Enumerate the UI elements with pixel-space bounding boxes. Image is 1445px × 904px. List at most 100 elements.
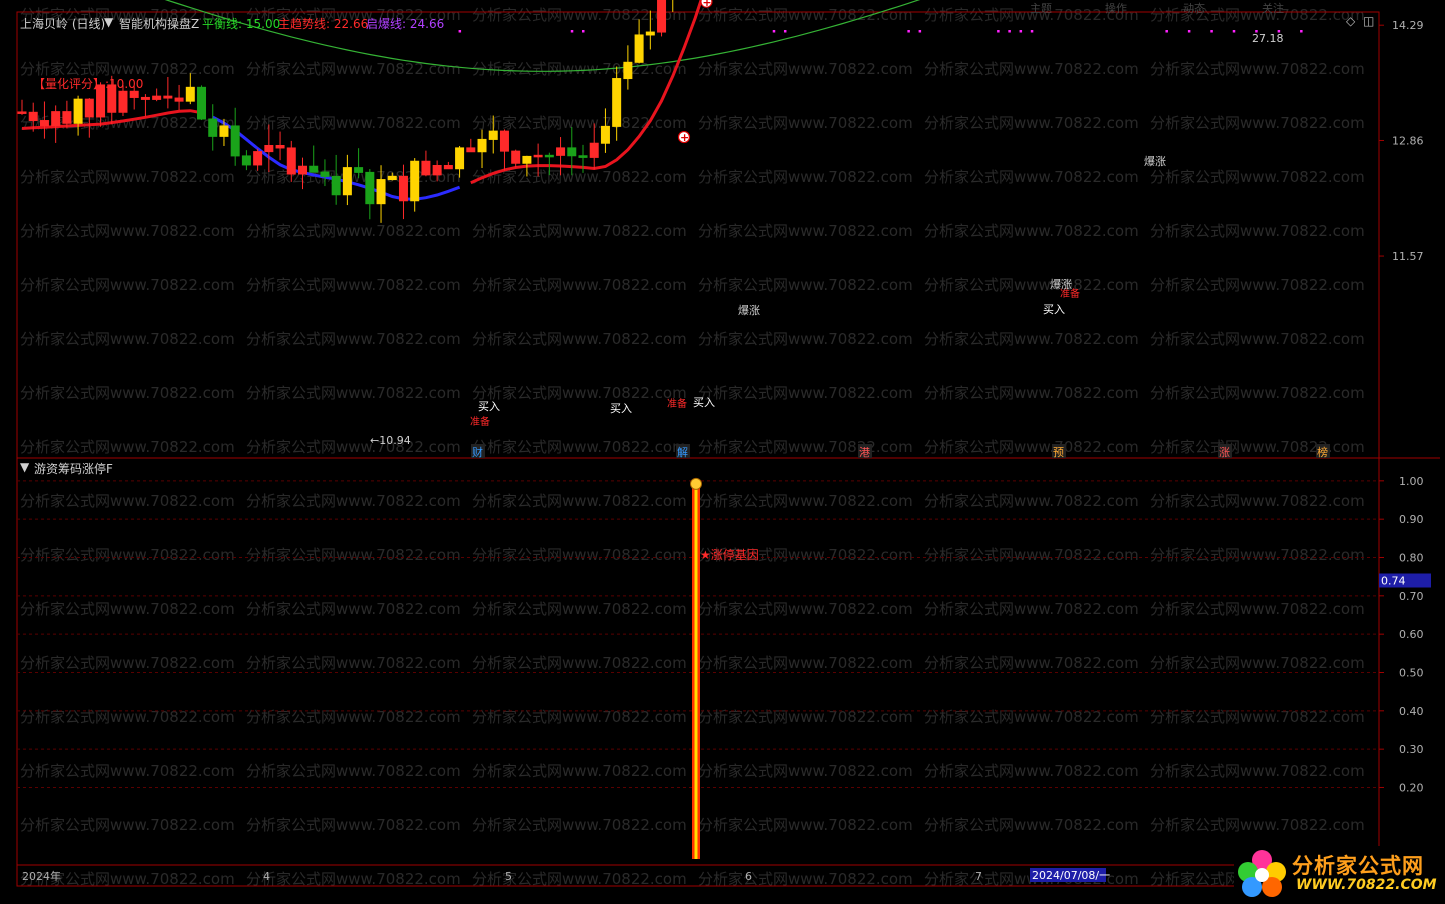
burst-signal-label: 爆涨 [1144, 154, 1166, 168]
watermark-text: 分析家公式网www.70822.com [20, 438, 235, 456]
tab-theme[interactable]: 主题 [1030, 0, 1052, 16]
event-badge: 预 [1053, 446, 1064, 459]
watermark-text: 分析家公式网www.70822.com [698, 654, 913, 672]
logo-title: 分析家公式网 [1292, 854, 1424, 878]
chart-canvas: 分析家公式网www.70822.com 分析家公式网www.70822.com 分析… [16, 0, 1440, 888]
watermark-text: 分析家公式网www.70822.com [924, 330, 1139, 348]
y-axis-main[interactable]: 26.6224.2021.7819.6017.6415.8814.2912.86… [1379, 0, 1424, 263]
watermark-text: 分析家公式网www.70822.com [246, 384, 461, 402]
candle-body [600, 125, 610, 144]
watermark-text: 分析家公式网www.70822.com [924, 546, 1139, 564]
candle-body [354, 167, 364, 173]
watermark-text: 分析家公式网www.70822.com [20, 600, 235, 618]
watermark-text: 分析家公式网www.70822.com [924, 114, 1139, 132]
watermark-text: 分析家公式网www.70822.com [698, 870, 913, 888]
signal-dot [1232, 30, 1236, 33]
watermark-text: 分析家公式网www.70822.com [924, 600, 1139, 618]
watermark-text: 分析家公式网www.70822.com [246, 276, 461, 294]
candle-body [73, 98, 83, 124]
watermark-text: 分析家公式网www.70822.com [472, 438, 687, 456]
watermark-text: 分析家公式网www.70822.com [472, 762, 687, 780]
signal-dot [1165, 30, 1168, 33]
watermark-text: 分析家公式网www.70822.com [1150, 60, 1365, 78]
flower-icon [1238, 850, 1286, 897]
candle-body [39, 120, 49, 127]
candle-body [466, 147, 476, 153]
watermark-text: 分析家公式网www.70822.com [246, 60, 461, 78]
buy-signal-label: 买入 [1043, 303, 1065, 316]
candle-body [387, 175, 397, 181]
indicator-name[interactable]: 智能机构操盘Z [119, 15, 199, 32]
candle-body [511, 150, 521, 164]
watermark-text: 分析家公式网www.70822.com [1150, 276, 1365, 294]
gene-annotation: ★涨停基因 [700, 547, 759, 562]
sub-toggle-icon[interactable]: ▼ [20, 460, 29, 474]
x-tick-label: 6 [745, 870, 752, 883]
candle-body [320, 171, 330, 177]
watermark-text: 分析家公式网www.70822.com [698, 762, 913, 780]
candle-body [612, 78, 622, 127]
signal-dot [907, 30, 910, 33]
window-icon[interactable]: ◫ [1363, 14, 1374, 28]
watermark-text: 分析家公式网www.70822.com [1150, 816, 1365, 834]
burst-line-label: 启爆线: 24.66 [366, 17, 445, 31]
candle-body [634, 34, 644, 63]
burst-signal-label: 爆涨 [738, 303, 760, 317]
watermark-text: 分析家公式网www.70822.com [924, 816, 1139, 834]
signal-dot [772, 30, 776, 33]
watermark-text: 分析家公式网www.70822.com [246, 546, 461, 564]
watermark-text: 分析家公式网www.70822.com [1150, 546, 1365, 564]
y-tick-label: 0.20 [1399, 781, 1424, 794]
event-badge: 涨 [1219, 446, 1230, 459]
candle-body [163, 95, 173, 99]
candle-body [152, 95, 162, 100]
candle-body [567, 147, 577, 157]
watermark-text: 分析家公式网www.70822.com [698, 276, 913, 294]
signal-dots-top [458, 30, 1303, 33]
tab-follow[interactable]: 关注 [1262, 0, 1284, 16]
signal-dot [570, 30, 574, 33]
watermark-text: 分析家公式网www.70822.com [698, 492, 913, 510]
y-tick-label: 0.30 [1399, 743, 1424, 756]
candle-body [556, 147, 566, 156]
candle-body [118, 90, 128, 113]
candle-body [421, 160, 431, 176]
watermark-text: 分析家公式网www.70822.com [246, 114, 461, 132]
watermark-text: 分析家公式网www.70822.com [20, 492, 235, 510]
candlestick-series [17, 0, 674, 223]
candle-body [398, 175, 408, 202]
watermark-text: 分析家公式网www.70822.com [1150, 330, 1365, 348]
candle-body [84, 98, 94, 118]
watermark-text: 分析家公式网www.70822.com [472, 6, 687, 24]
sub-indicator-name[interactable]: 游资筹码涨停F [34, 460, 113, 477]
watermark-text: 分析家公式网www.70822.com [924, 222, 1139, 240]
watermark-text: 分析家公式网www.70822.com [472, 600, 687, 618]
event-badge: 榜 [1317, 445, 1328, 459]
candle-body [589, 142, 599, 158]
watermark-text: 分析家公式网www.70822.com [698, 816, 913, 834]
diamond-icon[interactable]: ◇ [1346, 14, 1355, 28]
watermark-text: 分析家公式网www.70822.com [1150, 492, 1365, 510]
watermark-text: 分析家公式网www.70822.com [20, 276, 235, 294]
y-axis-sub[interactable]: 1.00 0.90 0.80 0.70 0.60 0.50 0.40 0.30 0.20 0.74 [1379, 475, 1431, 795]
tab-dynamic[interactable]: 动态 [1183, 0, 1205, 16]
balance-line-label: 平衡线: 15.00 [202, 17, 281, 31]
signal-dot [1019, 30, 1023, 33]
indicator-toggle-icon[interactable]: ▼ [104, 15, 113, 29]
buy-signal-label: 买入 [478, 400, 500, 413]
watermark-text: 分析家公式网www.70822.com [924, 60, 1139, 78]
x-tick-label: 7 [975, 870, 982, 883]
low-price-label: ←10.94 [370, 434, 411, 447]
watermark-text: 分析家公式网www.70822.com [20, 816, 235, 834]
tab-operate[interactable]: 操作 [1105, 0, 1127, 16]
signal-dot [783, 30, 787, 33]
stock-title[interactable]: 上海贝岭 (日线) [20, 15, 105, 32]
candle-body [286, 147, 296, 175]
candle-body [264, 144, 274, 153]
watermark-text: 分析家公式网www.70822.com [472, 816, 687, 834]
watermark-text: 分析家公式网www.70822.com [698, 384, 913, 402]
burst-signal-label: 爆涨 [1050, 277, 1072, 291]
watermark-text: 分析家公式网www.70822.com [472, 384, 687, 402]
candle-body [410, 160, 420, 202]
candle-body [623, 61, 633, 80]
